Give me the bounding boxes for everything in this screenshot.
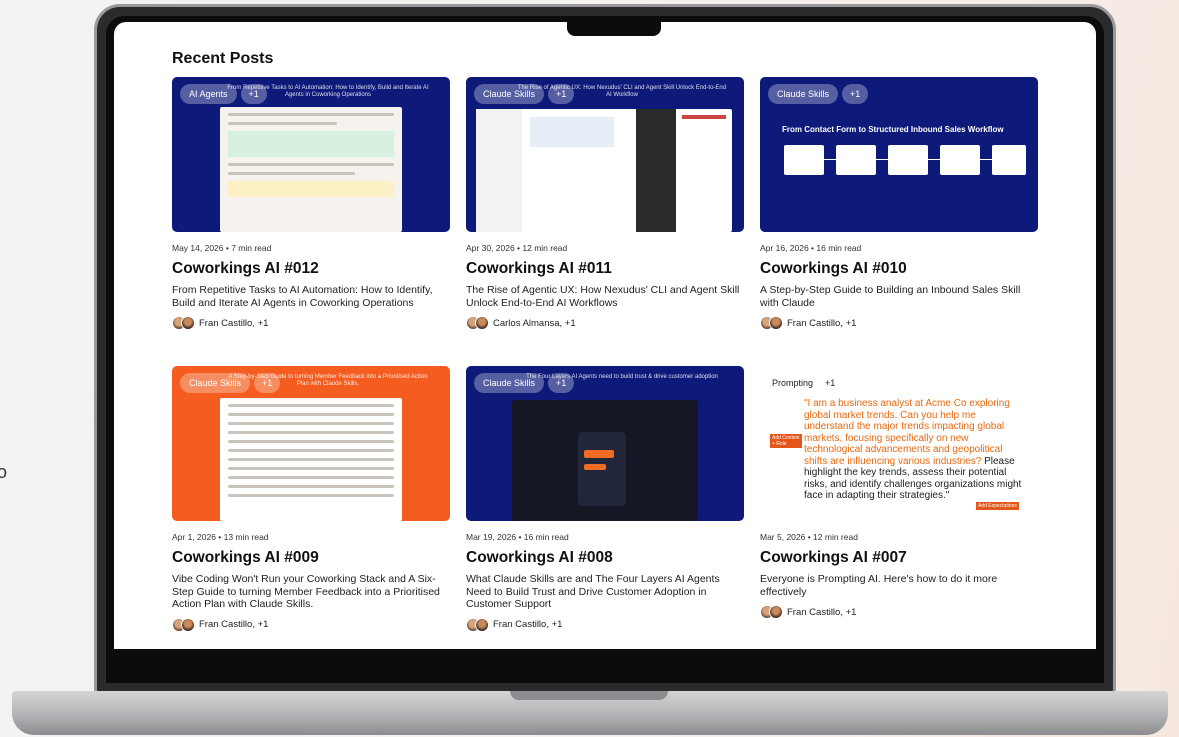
screenshot-illustration xyxy=(476,109,732,232)
post-card[interactable]: Prompting +1 "I am a business analyst at… xyxy=(760,366,1038,619)
post-card[interactable]: Claude Skills +1 The Four Layers AI Agen… xyxy=(466,366,744,632)
post-thumbnail[interactable]: Claude Skills +1 The Four Layers AI Agen… xyxy=(466,366,744,521)
post-title[interactable]: Coworkings AI #009 xyxy=(172,549,450,567)
post-title[interactable]: Coworkings AI #008 xyxy=(466,549,744,567)
laptop-base xyxy=(12,691,1168,735)
post-title[interactable]: Coworkings AI #011 xyxy=(466,260,744,278)
avatar xyxy=(475,316,489,330)
avatar xyxy=(181,617,195,632)
post-authors[interactable]: Fran Castillo, +1 xyxy=(760,316,1038,330)
laptop-lid: Recent Posts AI Agents +1 From Repetitiv… xyxy=(94,4,1116,694)
flow-step-box xyxy=(888,145,928,175)
tag-more-chip[interactable]: +1 xyxy=(821,373,839,393)
post-meta: Apr 1, 2026 • 13 min read xyxy=(172,532,269,542)
post-authors[interactable]: Fran Castillo, +1 xyxy=(760,605,1038,619)
document-illustration xyxy=(220,107,402,232)
post-meta: Mar 19, 2026 • 16 min read xyxy=(466,532,569,542)
tag-row: Claude Skills +1 xyxy=(180,373,281,393)
avatar xyxy=(769,316,783,330)
tag-row: AI Agents +1 xyxy=(180,84,267,104)
post-authors[interactable]: Fran Castillo, +1 xyxy=(172,617,450,632)
post-card[interactable]: Claude Skills +1 A Step-by-Step Guide to… xyxy=(172,366,450,632)
camera-notch xyxy=(567,16,661,36)
laptop-screen: Recent Posts AI Agents +1 From Repetitiv… xyxy=(114,22,1096,649)
author-avatars xyxy=(466,316,489,330)
tag-row: Claude Skills +1 xyxy=(474,373,575,393)
avatar xyxy=(181,316,195,330)
author-avatars xyxy=(760,316,783,330)
table-illustration xyxy=(220,398,402,521)
tag-more-chip[interactable]: +1 xyxy=(548,373,575,393)
prompt-example-text: "I am a business analyst at Acme Co expl… xyxy=(804,398,1026,502)
tag-chip[interactable]: AI Agents xyxy=(180,84,237,104)
laptop-base-notch xyxy=(510,691,668,700)
post-meta: May 14, 2026 • 7 min read xyxy=(172,243,272,253)
authors-label: Fran Castillo, +1 xyxy=(199,619,269,630)
post-card[interactable]: AI Agents +1 From Repetitive Tasks to AI… xyxy=(172,77,450,330)
authors-label: Fran Castillo, +1 xyxy=(787,606,857,618)
page-edge-text: o xyxy=(0,462,8,482)
thumbnail-caption: From Contact Form to Structured Inbound … xyxy=(782,125,1004,134)
post-excerpt: What Claude Skills are and The Four Laye… xyxy=(466,573,720,610)
authors-label: Carlos Almansa, +1 xyxy=(493,317,576,329)
authors-label: Fran Castillo, +1 xyxy=(199,317,269,329)
post-meta: Apr 16, 2026 • 16 min read xyxy=(760,243,862,253)
tag-chip[interactable]: Prompting xyxy=(768,373,817,393)
flow-step-box xyxy=(836,145,876,175)
author-avatars xyxy=(760,605,783,619)
tag-chip[interactable]: Claude Skills xyxy=(768,84,839,104)
post-authors[interactable]: Fran Castillo, +1 xyxy=(466,617,744,632)
post-authors[interactable]: Carlos Almansa, +1 xyxy=(466,316,744,330)
tag-chip[interactable]: Claude Skills xyxy=(474,84,545,104)
post-card[interactable]: Claude Skills +1 From Contact Form to St… xyxy=(760,77,1038,330)
post-excerpt: From Repetitive Tasks to AI Automation: … xyxy=(172,284,433,309)
post-card[interactable]: Claude Skills +1 The Rise of Agentic UX:… xyxy=(466,77,744,330)
author-avatars xyxy=(172,617,195,632)
post-excerpt: A Step-by-Step Guide to Building an Inbo… xyxy=(760,284,1021,309)
tag-more-chip[interactable]: +1 xyxy=(548,84,575,104)
prompt-context-text: "I am a business analyst at Acme Co expl… xyxy=(804,398,1010,467)
prompt-label-context: Add Context + Role xyxy=(770,434,802,448)
post-thumbnail[interactable]: Claude Skills +1 From Contact Form to St… xyxy=(760,77,1038,232)
post-excerpt: Vibe Coding Won't Run your Coworking Sta… xyxy=(172,573,440,610)
post-title[interactable]: Coworkings AI #010 xyxy=(760,260,1038,278)
prompt-label-expectations: Add Expectations xyxy=(976,502,1019,510)
section-title: Recent Posts xyxy=(172,50,274,67)
post-meta: Mar 5, 2026 • 12 min read xyxy=(760,532,858,542)
author-avatars xyxy=(172,316,195,330)
flow-step-box xyxy=(784,145,824,175)
tag-more-chip[interactable]: +1 xyxy=(240,84,267,104)
tag-more-chip[interactable]: +1 xyxy=(254,373,281,393)
post-thumbnail[interactable]: Claude Skills +1 A Step-by-Step Guide to… xyxy=(172,366,450,521)
post-thumbnail[interactable]: Prompting +1 "I am a business analyst at… xyxy=(760,366,1038,521)
post-title[interactable]: Coworkings AI #012 xyxy=(172,260,450,278)
avatar xyxy=(769,605,783,619)
post-excerpt: Everyone is Prompting AI. Here's how to … xyxy=(760,573,998,598)
tag-row: Prompting +1 xyxy=(768,373,839,393)
avatar xyxy=(475,617,489,632)
tag-chip[interactable]: Claude Skills xyxy=(180,373,251,393)
post-meta: Apr 30, 2026 • 12 min read xyxy=(466,243,568,253)
laptop-bezel: Recent Posts AI Agents +1 From Repetitiv… xyxy=(106,16,1104,683)
post-thumbnail[interactable]: AI Agents +1 From Repetitive Tasks to AI… xyxy=(172,77,450,232)
post-title[interactable]: Coworkings AI #007 xyxy=(760,549,1038,567)
authors-label: Fran Castillo, +1 xyxy=(493,619,563,630)
flow-step-box xyxy=(992,145,1026,175)
authors-label: Fran Castillo, +1 xyxy=(787,317,857,329)
post-thumbnail[interactable]: Claude Skills +1 The Rise of Agentic UX:… xyxy=(466,77,744,232)
post-excerpt: The Rise of Agentic UX: How Nexudus' CLI… xyxy=(466,284,740,309)
tag-row: Claude Skills +1 xyxy=(474,84,575,104)
flow-step-box xyxy=(940,145,980,175)
post-authors[interactable]: Fran Castillo, +1 xyxy=(172,316,450,330)
tag-row: Claude Skills +1 xyxy=(768,84,869,104)
author-avatars xyxy=(466,617,489,632)
tag-chip[interactable]: Claude Skills xyxy=(474,373,545,393)
tag-more-chip[interactable]: +1 xyxy=(842,84,869,104)
